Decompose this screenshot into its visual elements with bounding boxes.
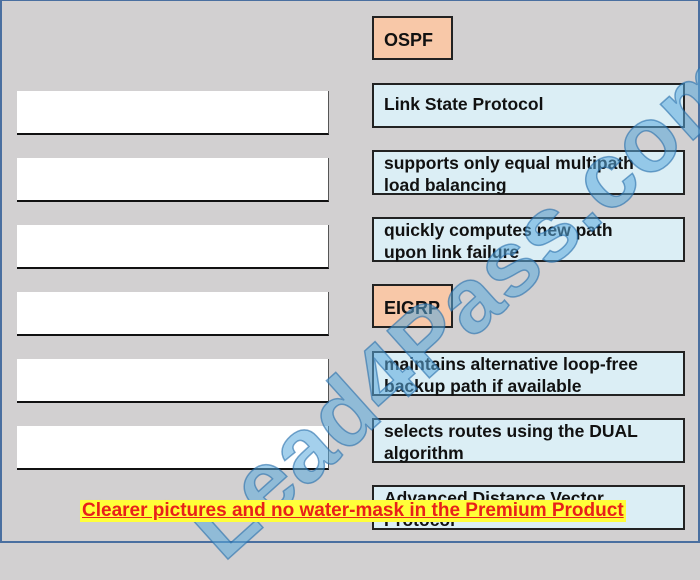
answer-slot-1[interactable] xyxy=(17,91,329,135)
item-text-line2: backup path if available xyxy=(384,376,582,396)
item-text-line2: load balancing xyxy=(384,175,507,195)
draggable-item[interactable]: maintains alternative loop-free backup p… xyxy=(372,351,685,396)
draggable-item[interactable]: selects routes using the DUAL algorithm xyxy=(372,418,685,463)
item-text-line1: selects routes using the DUAL xyxy=(384,421,638,441)
answer-slot-4[interactable] xyxy=(17,292,329,336)
answer-slot-3[interactable] xyxy=(17,225,329,269)
drag-drop-panel: OSPF Link State Protocol supports only e… xyxy=(0,0,700,579)
answer-slot-6[interactable] xyxy=(17,426,329,470)
item-text-line2: upon link failure xyxy=(384,242,520,262)
item-text-line1: Link State Protocol xyxy=(384,94,544,114)
item-text-line2: algorithm xyxy=(384,443,464,463)
draggable-item[interactable]: Link State Protocol xyxy=(372,83,685,128)
draggable-item[interactable]: quickly computes new path upon link fail… xyxy=(372,217,685,262)
category-ospf: OSPF xyxy=(372,16,453,60)
item-text-line1: maintains alternative loop-free xyxy=(384,354,638,374)
answer-slot-5[interactable] xyxy=(17,359,329,403)
category-eigrp: EIGRP xyxy=(372,284,453,328)
promo-banner: Clearer pictures and no water-mask in th… xyxy=(80,500,626,522)
answer-slot-2[interactable] xyxy=(17,158,329,202)
item-text-line1: quickly computes new path xyxy=(384,220,613,240)
draggable-item[interactable]: supports only equal multipath load balan… xyxy=(372,150,685,195)
item-text-line1: supports only equal multipath xyxy=(384,153,634,173)
